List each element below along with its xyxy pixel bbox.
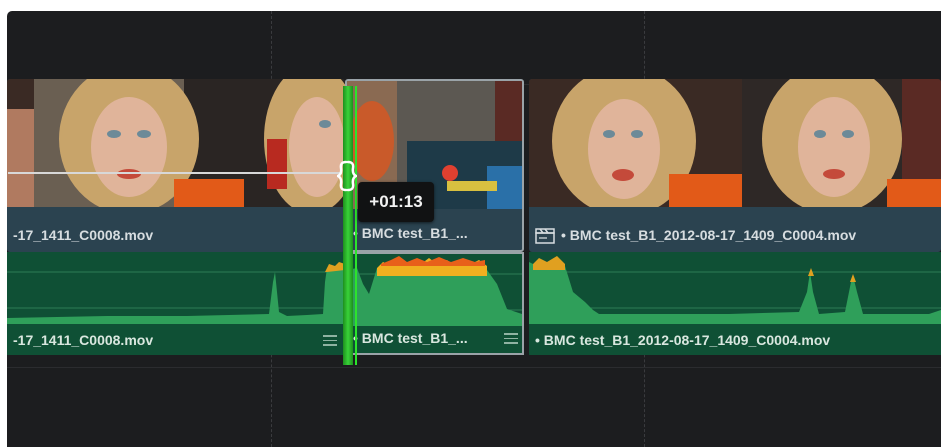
trim-guide-line — [8, 172, 342, 174]
trim-edit-line — [355, 86, 357, 365]
clapperboard-icon — [535, 228, 555, 245]
audio-clip-name: -17_1411_C0008.mov — [13, 332, 154, 348]
clip-thumbnail — [257, 79, 345, 207]
clip-name: • BMC test_B1_2012-08-17_1409_C0004.mov — [535, 225, 856, 245]
clip-name: -17_1411_C0008.mov — [13, 227, 154, 243]
clip-thumbnail — [7, 79, 34, 207]
audio-waveform — [529, 252, 941, 324]
audio-clip-2[interactable]: • BMC test_B1_... — [345, 252, 524, 355]
audio-clip-1[interactable]: -17_1411_C0008.mov — [7, 252, 345, 355]
clip-thumbnail — [529, 79, 742, 207]
video-clip-1[interactable]: -17_1411_C0008.mov — [7, 79, 345, 252]
trim-offset-tooltip: +01:13 — [358, 182, 434, 222]
clip-thumbnails — [7, 79, 345, 207]
menu-lines-icon[interactable] — [323, 335, 337, 346]
video-clip-2[interactable]: • BMC test_B1_... — [345, 79, 524, 252]
clip-thumbnail — [742, 79, 941, 207]
clip-name: • BMC test_B1_... — [353, 225, 468, 241]
track-separator — [7, 367, 941, 368]
audio-clip-name: • BMC test_B1_... — [353, 330, 468, 346]
trim-playhead[interactable] — [343, 86, 353, 365]
clip-name-text: • BMC test_B1_2012-08-17_1409_C0004.mov — [561, 227, 857, 243]
video-clip-3[interactable]: • BMC test_B1_2012-08-17_1409_C0004.mov — [529, 79, 941, 252]
audio-waveform — [7, 252, 345, 324]
audio-waveform — [347, 254, 522, 326]
clip-thumbnails — [529, 79, 941, 207]
audio-clip-3[interactable]: • BMC test_B1_2012-08-17_1409_C0004.mov — [529, 252, 941, 355]
clip-thumbnail — [34, 79, 257, 207]
audio-clip-name: • BMC test_B1_2012-08-17_1409_C0004.mov — [535, 332, 831, 348]
trim-cursor-icon — [337, 160, 357, 192]
menu-lines-icon[interactable] — [504, 333, 518, 344]
